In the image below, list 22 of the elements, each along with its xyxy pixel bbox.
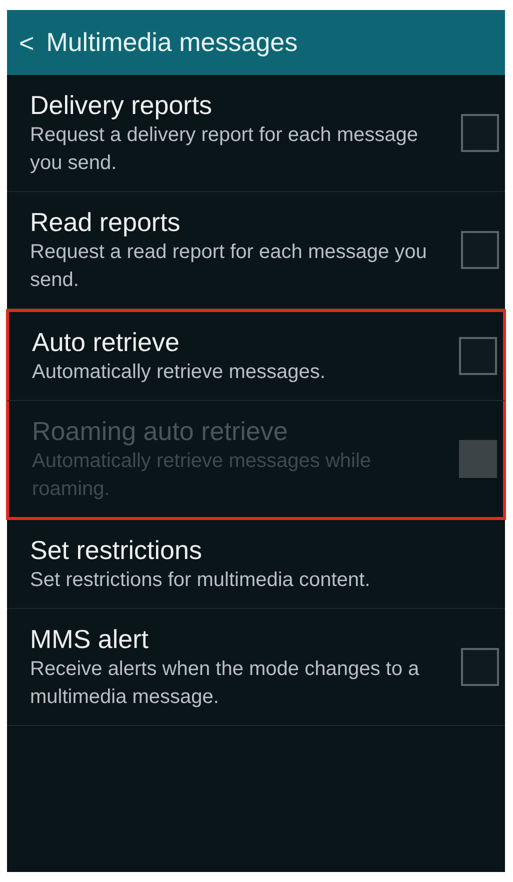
setting-description: Receive alerts when the mode changes to a multimedia message.	[30, 657, 420, 710]
checkbox[interactable]	[461, 231, 499, 269]
setting-description: Set restrictions for multimedia content.	[30, 568, 372, 593]
setting-title: Delivery reports	[30, 89, 214, 121]
checkbox[interactable]	[461, 114, 499, 152]
setting-title: Read reports	[30, 206, 182, 238]
settings-row[interactable]: Delivery reports Request a delivery report for each message you send.	[7, 75, 505, 192]
setting-description: Automatically retrieve messages.	[32, 360, 326, 385]
checkbox[interactable]	[459, 337, 497, 375]
setting-description: Request a read report for each message you send.	[30, 240, 428, 293]
setting-title: Auto retrieve	[32, 326, 180, 358]
settings-row[interactable]: MMS alert Receive alerts when the mode changes to a multimedia message.	[7, 609, 505, 726]
back-button[interactable]: <	[19, 30, 34, 56]
settings-row[interactable]: Read reports Request a read report for each message you send.	[7, 192, 505, 309]
setting-title: MMS alert	[30, 623, 150, 655]
setting-title: Set restrictions	[30, 534, 203, 566]
settings-row[interactable]: Auto retrieve Automatically retrieve messages.	[6, 309, 506, 401]
checkbox[interactable]	[461, 648, 499, 686]
setting-title: Roaming auto retrieve	[32, 415, 289, 447]
settings-row[interactable]: Set restrictions Set restrictions for multimedia content.	[7, 520, 505, 609]
setting-description: Request a delivery report for each message you send.	[30, 123, 419, 176]
screen-title: Multimedia messages	[46, 26, 298, 59]
